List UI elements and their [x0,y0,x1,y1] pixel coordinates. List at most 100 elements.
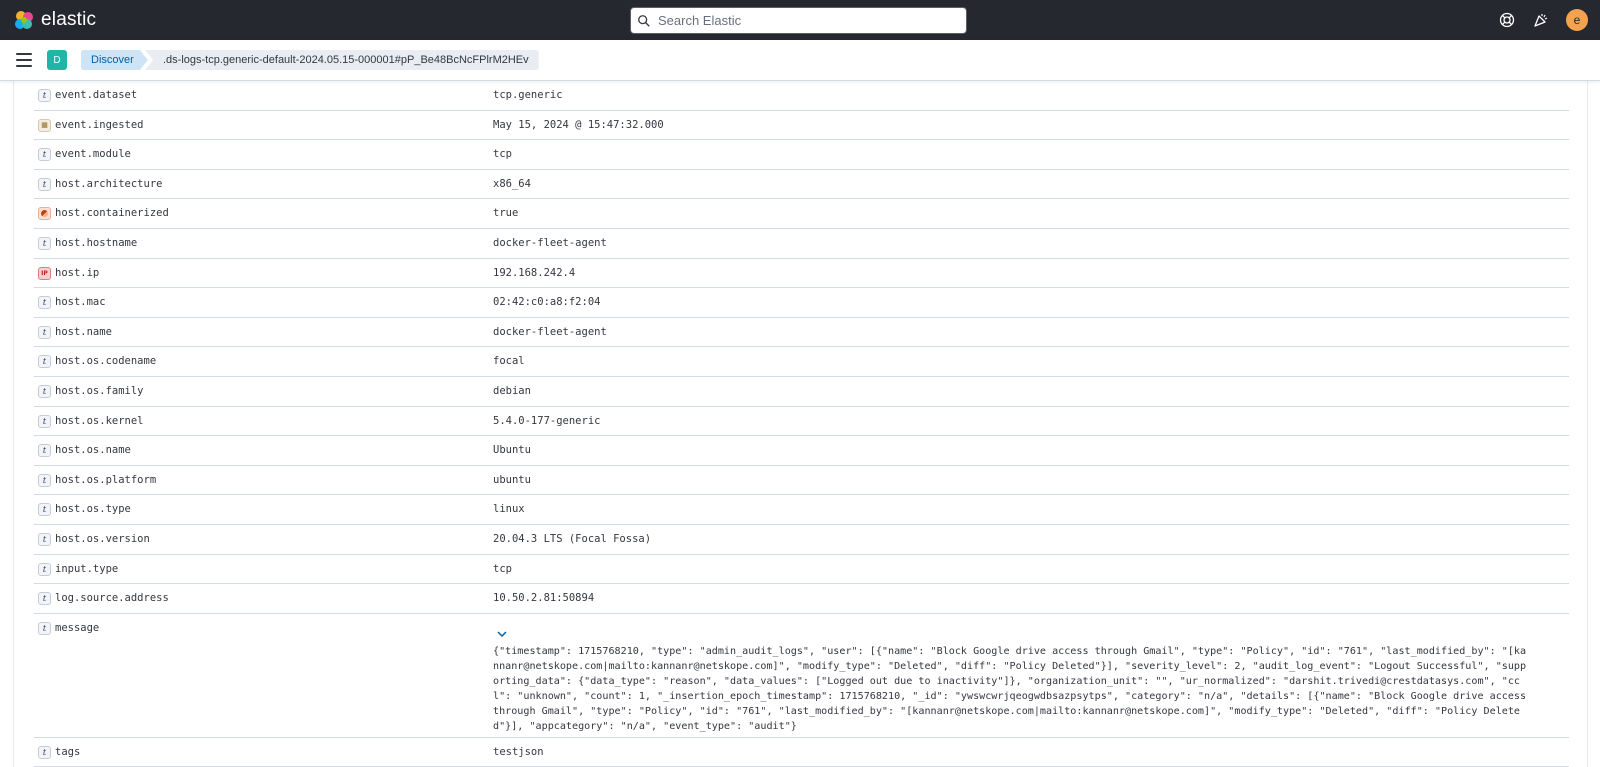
field-value: 5.4.0-177-generic [493,414,601,427]
menu-toggle-button[interactable] [16,53,32,67]
field-value: linux [493,503,525,516]
field-value: docker-fleet-agent [493,325,607,338]
field-name: tags [55,745,81,758]
field-value: docker-fleet-agent [493,236,607,249]
user-avatar[interactable]: e [1566,9,1588,31]
elastic-logo-icon [15,11,33,29]
table-row: t host.os.kernel 5.4.0-177-generic [34,407,1569,437]
breadcrumb-discover[interactable]: Discover [81,50,148,70]
string-type-icon: t [38,325,51,339]
field-name: input.type [55,562,119,575]
string-type-icon: t [38,89,51,102]
global-search[interactable] [630,7,967,34]
news-feed-button[interactable] [1530,9,1552,31]
field-name: host.name [55,325,112,338]
field-name: host.mac [55,296,106,309]
field-name: event.module [55,148,131,161]
field-value: May 15, 2024 @ 15:47:32.000 [493,118,664,131]
field-value: tcp [493,148,512,161]
field-value: 02:42:c0:a8:f2:04 [493,296,601,309]
field-name: event.ingested [55,118,144,131]
hamburger-line [16,59,32,61]
table-row: ▦ event.ingested May 15, 2024 @ 15:47:32… [34,111,1569,141]
space-avatar[interactable]: D [47,50,67,70]
elastic-logo-link[interactable]: elastic [13,9,96,31]
field-value: debian [493,384,531,397]
string-type-icon: t [38,236,51,250]
search-icon [638,14,650,27]
field-value: 20.04.3 LTS (Focal Fossa) [493,532,652,545]
field-value: focal [493,355,525,368]
ip-type-icon: IP [38,266,51,280]
string-type-icon: t [38,562,51,576]
field-value: testjson [493,745,544,758]
search-input[interactable] [658,13,958,28]
field-name: log.source.address [55,592,169,605]
table-row: t log.source.address 10.50.2.81:50894 [34,584,1569,614]
table-row: t host.os.codename focal [34,347,1569,377]
breadcrumb-bar: D .ds-logs-tcp.generic-default-2024.05.1… [0,40,1600,81]
header-actions: e [1484,9,1588,31]
table-row-message: t message {"timestamp": 1715768210, "typ… [34,614,1569,738]
string-type-icon: t [38,148,51,162]
string-type-icon: t [38,355,51,369]
field-value: tcp [493,562,512,575]
field-table: t event.dataset tcp.generic ▦ event.inge… [34,81,1569,767]
field-value: 10.50.2.81:50894 [493,592,595,605]
string-type-icon: t [38,503,51,517]
help-lifebuoy-icon [1499,12,1515,28]
string-type-icon: t [38,473,51,487]
field-name: host.os.family [55,384,144,397]
string-type-icon: t [38,592,51,606]
string-type-icon: t [38,745,51,759]
string-type-icon: t [38,384,51,398]
string-type-icon: t [38,296,51,310]
string-type-icon: t [38,177,51,191]
table-row: t host.os.platform ubuntu [34,466,1569,496]
field-value: 192.168.242.4 [493,266,576,279]
string-type-icon: t [38,444,51,458]
field-name: host.os.version [55,532,150,545]
field-name: host.os.platform [55,473,157,486]
table-row: t input.type tcp [34,555,1569,585]
field-name: host.os.codename [55,355,157,368]
table-row: t host.os.name Ubuntu [34,436,1569,466]
hamburger-line [16,53,32,55]
table-row: t host.architecture x86_64 [34,170,1569,200]
cheer-icon [1534,14,1548,27]
field-value: ubuntu [493,473,531,486]
field-name: host.os.kernel [55,414,144,427]
table-row: t host.mac 02:42:c0:a8:f2:04 [34,288,1569,318]
table-row: t host.hostname docker-fleet-agent [34,229,1569,259]
field-name: event.dataset [55,89,138,101]
table-row: t event.dataset tcp.generic [34,81,1569,111]
field-name: host.os.type [55,503,131,516]
table-row: t host.os.family debian [34,377,1569,407]
string-type-icon: t [38,414,51,428]
field-value: true [493,207,519,220]
help-button[interactable] [1496,9,1518,31]
table-row: IP host.ip 192.168.242.4 [34,259,1569,289]
table-row: t host.name docker-fleet-agent [34,318,1569,348]
date-type-icon: ▦ [38,118,51,132]
string-type-icon: t [38,621,51,635]
breadcrumb-document: .ds-logs-tcp.generic-default-2024.05.15-… [145,50,539,70]
field-name: host.os.name [55,444,131,457]
field-name: host.hostname [55,236,138,249]
field-name: host.architecture [55,177,163,190]
message-value: {"timestamp": 1715768210, "type": "admin… [493,645,1533,732]
field-name: message [55,621,100,634]
field-name: host.containerized [55,207,169,220]
chevron-down-icon[interactable] [496,629,508,639]
table-row: t host.os.version 20.04.3 LTS (Focal Fos… [34,525,1569,555]
table-row: t event.module tcp [34,140,1569,170]
field-value: tcp.generic [493,89,563,101]
string-type-icon: t [38,532,51,546]
table-row: host.containerized true [34,199,1569,229]
field-value: Ubuntu [493,444,531,457]
field-value: x86_64 [493,177,531,190]
brand-name: elastic [41,9,97,30]
document-detail-panel: t event.dataset tcp.generic ▦ event.inge… [13,81,1588,767]
hamburger-line [16,65,32,67]
top-header: elastic e [0,0,1600,40]
